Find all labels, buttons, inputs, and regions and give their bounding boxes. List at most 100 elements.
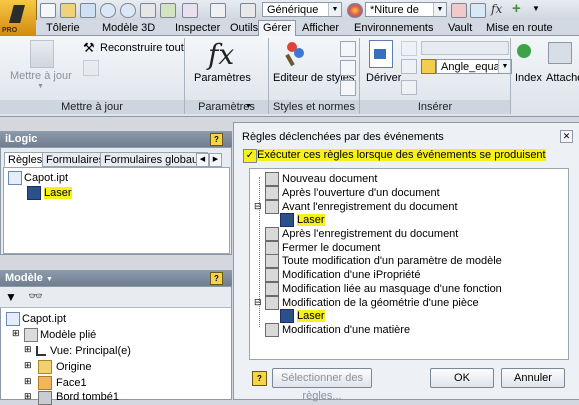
plus-icon[interactable]: + <box>512 0 521 17</box>
collapse-icon[interactable]: ⊟ <box>254 201 262 212</box>
undo-icon[interactable] <box>100 3 116 18</box>
fx-large-icon[interactable]: fx <box>208 38 234 71</box>
event-modif-ipropriete[interactable]: Modification d'une iPropriété <box>282 269 420 281</box>
chevron-down-icon[interactable]: ▼ <box>245 103 252 110</box>
event-apres-enregistrement[interactable]: Après l'enregistrement du document <box>282 228 458 240</box>
tree-rule-laser[interactable]: Laser <box>44 187 72 199</box>
model-title-text: Modèle <box>5 272 43 284</box>
select-rules-button[interactable]: Sélectionner des règles... <box>272 368 372 402</box>
tab-afficher[interactable]: Afficher <box>298 21 343 35</box>
collapse-icon[interactable]: ⊟ <box>254 297 262 308</box>
tab-outils[interactable]: Outils <box>226 21 262 35</box>
model-tree-vue[interactable]: Vue: Principal(e) <box>50 345 131 357</box>
appearance-combo-value: *Niture de <box>370 4 419 16</box>
application-button[interactable]: PRO <box>0 0 37 37</box>
close-icon[interactable]: ✕ <box>560 130 573 143</box>
run-rules-checkbox[interactable]: ✓ <box>243 149 257 163</box>
project-icon[interactable] <box>240 3 256 18</box>
home-icon[interactable] <box>140 3 156 18</box>
scroll-right-icon[interactable]: ▶ <box>209 153 222 167</box>
tab-modele-3d[interactable]: Modèle 3D <box>98 21 159 35</box>
fx-icon[interactable]: fx <box>491 2 502 16</box>
model-tree-modele-plie[interactable]: Modèle plié <box>40 329 96 341</box>
select-icon[interactable] <box>182 3 198 18</box>
index-icon[interactable] <box>517 44 531 58</box>
event-modif-matiere[interactable]: Modification d'une matière <box>282 324 410 336</box>
style-editor-icon[interactable] <box>285 42 305 67</box>
redo-icon[interactable] <box>120 3 136 18</box>
ok-button[interactable]: OK <box>430 368 494 388</box>
attach-icon[interactable] <box>548 42 572 64</box>
angle-combo[interactable]: Angle_equal ▼ <box>436 59 512 74</box>
expand-icon[interactable]: ⊞ <box>24 360 32 371</box>
tab-regles[interactable]: Règles <box>4 152 47 167</box>
clear-appearance-icon[interactable] <box>451 3 467 18</box>
event-rule-laser-1[interactable]: Laser <box>297 214 325 226</box>
update-large-icon[interactable] <box>30 40 54 68</box>
update-icon[interactable] <box>160 3 176 18</box>
tab-formulaires-globaux[interactable]: Formulaires globaux <box>100 152 208 167</box>
help-icon[interactable]: ? <box>210 272 223 285</box>
filter-icon[interactable]: ▼ <box>5 290 17 304</box>
reconstruire-tout-button[interactable]: Reconstruire tout <box>100 42 184 54</box>
tab-gerer[interactable]: Gérer <box>258 20 297 37</box>
color-sphere-icon[interactable] <box>347 3 363 18</box>
expand-icon[interactable]: ⊞ <box>24 344 32 355</box>
tab-vault[interactable]: Vault <box>444 21 476 35</box>
event-apres-ouverture[interactable]: Après l'ouverture d'un document <box>282 187 440 199</box>
model-tree-bord-tombe[interactable]: Bord tombé1 <box>56 391 119 403</box>
mettre-a-jour-button[interactable]: Mettre à jour <box>10 70 72 82</box>
measure-icon[interactable] <box>210 3 226 18</box>
chevron-down-icon[interactable]: ▼ <box>433 3 446 16</box>
event-avant-enregistrement[interactable]: Avant l'enregistrement du document <box>282 201 458 213</box>
event-modif-parametre[interactable]: Toute modification d'un paramètre de mod… <box>282 255 502 267</box>
object-icon[interactable] <box>401 41 417 56</box>
event-modif-masquage[interactable]: Modification liée au masquage d'une fonc… <box>282 283 502 295</box>
event-rule-laser-2[interactable]: Laser <box>297 310 325 322</box>
save-styles-icon[interactable] <box>340 80 356 96</box>
derive-icon[interactable] <box>369 40 393 68</box>
model-tree-capot[interactable]: Capot.ipt <box>22 313 66 325</box>
expand-icon[interactable]: ⊞ <box>24 376 32 387</box>
adjust-icon[interactable] <box>470 3 486 18</box>
parametres-button[interactable]: Paramètres <box>194 72 251 84</box>
appearance-combo[interactable]: *Niture de ▼ <box>365 2 447 17</box>
attach-file-icon[interactable] <box>401 80 417 95</box>
model-tree-origine[interactable]: Origine <box>56 361 91 373</box>
expand-icon[interactable]: ⊞ <box>24 391 32 402</box>
purge-icon[interactable] <box>83 60 99 76</box>
dialog-help-icon[interactable]: ? <box>252 371 267 386</box>
empty-combo[interactable] <box>421 41 509 55</box>
tree-file-capot[interactable]: Capot.ipt <box>24 172 68 184</box>
run-rules-checkbox-label[interactable]: Exécuter ces règles lorsque des événemen… <box>257 149 546 161</box>
tab-inspecter[interactable]: Inspecter <box>171 21 224 35</box>
purge-styles-icon[interactable] <box>340 60 356 76</box>
index-button[interactable]: Index <box>515 72 542 84</box>
new-file-icon[interactable] <box>40 3 56 18</box>
material-combo[interactable]: Générique ▼ <box>262 2 342 17</box>
model-tree-face1[interactable]: Face1 <box>56 377 87 389</box>
event-fermer-document[interactable]: Fermer le document <box>282 242 380 254</box>
angle-combo-value: Angle_equal <box>441 61 503 73</box>
binoculars-icon[interactable]: 👓 <box>28 289 43 303</box>
event-nouveau-document[interactable]: Nouveau document <box>282 173 377 185</box>
scroll-left-icon[interactable]: ◀ <box>196 153 209 167</box>
cancel-button[interactable]: Annuler <box>501 368 565 388</box>
help-icon[interactable]: ? <box>210 133 223 146</box>
chevron-down-icon[interactable]: ▼ <box>328 3 341 16</box>
save-icon[interactable] <box>80 3 96 18</box>
chevron-down-icon[interactable]: ▼ <box>532 4 540 13</box>
chevron-down-icon[interactable]: ▼ <box>37 83 44 90</box>
expand-icon[interactable]: ⊞ <box>12 328 20 339</box>
attache-button[interactable]: Attache <box>546 72 579 84</box>
event-modif-geometrie[interactable]: Modification de la géométrie d'une pièce <box>282 297 479 309</box>
update-styles-icon[interactable] <box>340 41 356 57</box>
tab-formulaires[interactable]: Formulaires <box>42 152 109 167</box>
tab-mise-en-route[interactable]: Mise en route <box>482 21 557 35</box>
tab-tolerie[interactable]: Tôlerie <box>42 21 84 35</box>
open-folder-icon[interactable] <box>60 3 76 18</box>
deriver-button[interactable]: Dériver <box>366 72 401 84</box>
chevron-down-icon[interactable]: ▼ <box>46 276 53 283</box>
tab-environnements[interactable]: Environnements <box>350 21 438 35</box>
import-icon[interactable] <box>401 59 417 74</box>
